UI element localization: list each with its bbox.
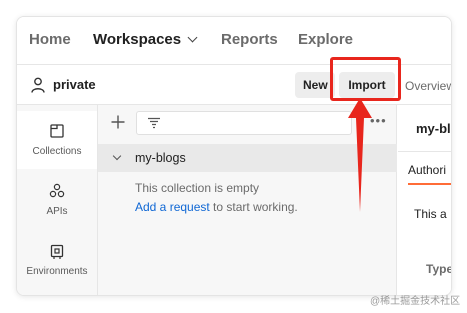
user-icon [31,77,45,93]
highlight-box [330,57,401,101]
rail-item-apis[interactable]: APIs [17,171,97,229]
empty-collection-text: This collection is empty [135,181,260,195]
collection-detail-panel: my-bl Authori This a Type [398,105,452,295]
chevron-down-icon[interactable] [112,151,122,161]
rail-item-environments[interactable]: Environments [17,231,97,289]
watermark: @稀土掘金技术社区 [370,296,461,307]
nav-reports[interactable]: Reports [221,31,278,48]
add-request-suffix: to start working. [209,200,298,214]
auth-type-label: Type [426,262,452,276]
rail-item-label: Environments [26,266,88,277]
environments-icon [50,244,64,259]
collections-icon [50,124,64,138]
tab-overview[interactable]: Overview [405,79,451,93]
collection-title: my-bl [416,121,451,136]
filter-input[interactable] [136,111,352,135]
collection-name: my-blogs [135,151,186,165]
workspace-name: private [53,77,96,92]
filter-icon [148,117,160,129]
nav-home[interactable]: Home [29,31,71,48]
nav-workspaces-label: Workspaces [93,31,182,48]
auth-description: This a [414,207,447,221]
tab-authorization[interactable]: Authori [408,163,446,177]
rail-item-label: APIs [46,206,68,217]
apis-icon [49,183,65,198]
rail-item-label: Collections [32,146,82,157]
nav-workspaces[interactable]: Workspaces [93,31,198,48]
add-request-link[interactable]: Add a request [135,200,210,214]
new-button[interactable]: New [295,72,335,98]
rail-item-collections[interactable]: Collections [17,111,97,169]
add-request-hint: Add a request to start working. [135,200,298,214]
nav-explore[interactable]: Explore [298,31,353,48]
chevron-down-icon [187,32,198,43]
divider [398,151,451,152]
active-tab-indicator [408,183,451,185]
more-options-icon[interactable]: ••• [370,114,387,127]
arrow-up-icon [348,98,372,212]
plus-icon[interactable] [110,114,126,130]
left-rail: Collections APIs Environments [17,105,98,295]
